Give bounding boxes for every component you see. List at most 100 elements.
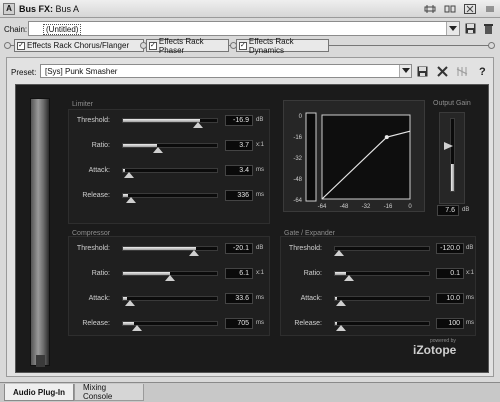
compressor-attack-slider[interactable] [122,296,218,301]
bus-fx-window: A Bus FX: Bus A Chain: (Untitled) ✓ Effe… [0,0,500,402]
effect-enable-checkbox[interactable]: ✓ [239,41,247,50]
limiter-threshold-slider[interactable] [122,118,218,123]
help-icon[interactable]: ? [476,65,488,77]
gate-threshold-slider[interactable] [334,246,430,251]
unit-label: ms [256,167,264,173]
chain-value: (Untitled) [43,24,82,35]
slider-thumb[interactable] [334,250,344,257]
gate-attack-value[interactable]: 10.0 [436,293,464,304]
output-gain-value[interactable]: 7.6 [437,205,459,216]
unit-label: dB [466,245,474,251]
effect-phaser[interactable]: ✓ Effects Rack Phaser [146,37,229,55]
svg-text:?: ? [479,66,486,77]
y-tick-label: -16 [293,135,302,141]
limiter-release-slider[interactable] [122,193,218,198]
chain-select[interactable]: (Untitled) [28,21,460,36]
unit-label: x:1 [466,270,475,276]
x-tick-label: 0 [408,204,412,210]
compressor-threshold-value[interactable]: -20.1 [225,243,253,254]
x-tick-label: -64 [318,204,327,210]
tab-mixing-console[interactable]: Mixing Console [74,383,144,401]
y-tick-label: -32 [293,156,302,162]
transfer-graph: 0 -16 -32 -48 -64 -64 -48 -32 -16 0 [283,100,425,212]
effect-enable-checkbox[interactable]: ✓ [149,41,157,50]
effect-chorus-flanger[interactable]: ✓ Effects Rack Chorus/Flanger [14,39,144,52]
side-rail [30,98,50,366]
chevron-down-icon[interactable] [399,65,411,77]
slider-thumb[interactable] [165,275,175,282]
preset-select[interactable]: [Sys] Punk Smasher [40,64,412,78]
close-icon[interactable] [463,3,477,14]
slider-fill [123,272,170,275]
y-tick-label: -48 [293,177,302,183]
save-icon[interactable] [464,22,476,34]
limiter-threshold-label: Threshold: [76,117,110,124]
window-title-prefix: Bus FX: [19,4,54,14]
window-title-bus: Bus A [55,4,80,14]
chevron-down-icon[interactable] [446,22,459,35]
chain-start-node [4,42,11,49]
slider-thumb[interactable] [192,122,203,129]
x-tick-label: -32 [362,204,371,210]
limiter-threshold-value[interactable]: -16.9 [225,115,253,126]
slider-thumb[interactable] [344,275,355,282]
unit-label: ms [466,320,474,326]
title-bar: A Bus FX: Bus A [0,0,500,18]
unit-label: dB [256,117,264,123]
limiter-release-value[interactable]: 336 [225,190,253,201]
limiter-attack-slider[interactable] [122,168,218,173]
slider-fill [123,247,197,250]
tab-audio-plugin[interactable]: Audio Plug-In [4,384,74,401]
gate-attack-slider[interactable] [334,296,430,301]
effect-dynamics[interactable]: ✓ Effects Rack Dynamics [236,37,329,55]
unit-label: x:1 [256,270,265,276]
restore-icon[interactable] [443,3,457,14]
slider-thumb[interactable] [335,325,346,332]
compressor-threshold-label: Threshold: [76,245,110,252]
limiter-ratio-value[interactable]: 3.7 [225,140,253,151]
gate-release-slider[interactable] [334,321,430,326]
effect-enable-checkbox[interactable]: ✓ [17,41,25,50]
compressor-title: Compressor [72,230,111,237]
bottom-tab-bar: Audio Plug-In Mixing Console [0,382,500,402]
gate-threshold-value[interactable]: -120.0 [436,243,464,254]
x-tick-label: -48 [340,204,349,210]
gate-ratio-value[interactable]: 0.1 [436,268,464,279]
slider-thumb[interactable] [335,300,346,307]
output-gain: Output Gain 7.6 dB [431,100,477,220]
compressor-ratio-value[interactable]: 6.1 [225,268,253,279]
save-icon[interactable] [416,65,428,77]
slider-thumb[interactable] [152,147,163,154]
slider-fill [123,119,201,122]
compressor-attack-value[interactable]: 33.6 [225,293,253,304]
slider-thumb[interactable] [125,300,136,307]
output-gain-track[interactable] [450,118,455,192]
menu-icon[interactable] [483,3,497,14]
unit-label: ms [256,320,264,326]
slider-thumb[interactable] [126,197,137,204]
gate-threshold-label: Threshold: [288,245,322,252]
pin-icon[interactable] [423,3,437,14]
output-gain-slider-thumb[interactable] [444,142,456,151]
output-gain-unit: dB [462,207,470,213]
compressor-threshold-slider[interactable] [122,246,218,251]
compressor-release-value[interactable]: 705 [225,318,253,329]
unit-label: ms [256,192,264,198]
limiter-ratio-slider[interactable] [122,143,218,148]
slider-thumb[interactable] [123,172,134,179]
unit-label: x:1 [256,142,265,148]
delete-icon[interactable] [482,22,494,34]
compressor-release-label: Release: [82,320,110,327]
power-icon[interactable] [456,65,468,77]
gate-title: Gate / Expander [284,230,335,237]
slider-thumb[interactable] [132,325,143,332]
chain-label: Chain: [4,25,28,34]
transfer-graph-svg: 0 -16 -32 -48 -64 -64 -48 -32 -16 0 [293,112,412,210]
gate-release-label: Release: [294,320,322,327]
slider-thumb[interactable] [189,250,200,257]
preset-value: [Sys] Punk Smasher [45,67,118,76]
x-tick-label: -16 [384,204,393,210]
close-icon[interactable] [436,65,448,77]
limiter-attack-value[interactable]: 3.4 [225,165,253,176]
gate-release-value[interactable]: 100 [436,318,464,329]
